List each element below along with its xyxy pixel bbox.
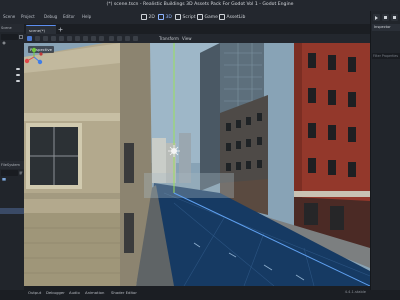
debugger-tab[interactable]: Debugger <box>46 290 65 295</box>
workspace-assetlib-tab[interactable]: AssetLib <box>219 13 245 21</box>
pause-icon <box>384 16 387 19</box>
menu-debug[interactable]: Debug <box>44 14 57 19</box>
workspace-script-tab[interactable]: Script <box>175 13 196 21</box>
move-tool-icon[interactable] <box>35 36 40 41</box>
lock-icon[interactable] <box>67 36 72 41</box>
scale-tool-icon[interactable] <box>51 36 56 41</box>
2d-grid-icon <box>141 14 147 20</box>
transform-menu[interactable]: Transform <box>159 36 179 41</box>
ruler-icon[interactable] <box>83 36 88 41</box>
engine-version: 4.4.1.stable <box>344 290 366 294</box>
rotate-tool-icon[interactable] <box>43 36 48 41</box>
group-icon[interactable] <box>75 36 80 41</box>
selectable-tool-icon[interactable] <box>59 36 64 41</box>
menu-help[interactable]: Help <box>82 14 91 19</box>
environment-icon[interactable] <box>125 36 130 41</box>
add-scene-tab-icon[interactable] <box>58 27 63 32</box>
3d-viewport[interactable]: Perspective <box>24 43 370 286</box>
left-footer <box>0 290 24 300</box>
camera-preview-icon[interactable] <box>109 36 114 41</box>
add-node-icon[interactable] <box>2 41 6 45</box>
workspace-3d-tab[interactable]: 3D <box>158 13 172 21</box>
animation-tab[interactable]: Animation <box>85 290 104 295</box>
inspector-tab[interactable]: Inspector <box>372 24 400 31</box>
filesystem-dock-tabs: FileSystem <box>0 161 24 169</box>
script-icon <box>175 14 181 20</box>
more-options-icon[interactable] <box>133 36 138 41</box>
workspace-2d-tab[interactable]: 2D <box>141 13 155 21</box>
visibility-eye-icon[interactable] <box>16 74 20 77</box>
scene-dock: Scene FileSystem <box>0 24 25 290</box>
inspector-tab-label: Inspector <box>374 25 391 30</box>
viewport-toolbar: Transform View <box>24 34 370 43</box>
view-menu[interactable]: View <box>182 36 192 41</box>
scene-dock-tab[interactable]: Scene <box>1 26 12 30</box>
title-bar: (*) scene.tscn - Realistic Buildings 3D … <box>0 0 400 11</box>
orientation-gizmo[interactable] <box>24 47 44 67</box>
sun-icon[interactable] <box>117 36 122 41</box>
workspace-game-tab[interactable]: Game <box>197 13 218 21</box>
menu-scene[interactable]: Scene <box>3 14 15 19</box>
scene-tab-bar: scene(*) <box>24 24 370 34</box>
cube-icon <box>158 14 164 20</box>
scene-tab[interactable]: scene(*) <box>26 25 56 34</box>
menu-project[interactable]: Project <box>21 14 35 19</box>
output-tab[interactable]: Output <box>28 290 41 295</box>
menu-editor[interactable]: Editor <box>63 14 75 19</box>
audio-tab[interactable]: Audio <box>69 290 80 295</box>
scene-dock-tabs: Scene <box>0 24 24 32</box>
visibility-eye-icon[interactable] <box>16 68 20 71</box>
filesystem-filter-input[interactable] <box>1 170 18 176</box>
play-button[interactable] <box>373 14 380 21</box>
filesystem-row-selected[interactable] <box>0 208 24 214</box>
stop-icon <box>393 16 396 19</box>
shader-editor-tab[interactable]: Shader Editor <box>111 290 137 295</box>
gamepad-icon <box>197 14 203 20</box>
bottom-panel-bar: Output Debugger Audio Animation Shader E… <box>24 286 370 300</box>
play-icon <box>375 15 378 20</box>
stop-button[interactable] <box>391 14 398 21</box>
right-footer <box>370 290 400 300</box>
scene-tab-label: scene(*) <box>29 27 46 33</box>
filter-properties-input[interactable]: Filter Properties <box>372 53 400 59</box>
assetlib-icon <box>219 14 225 20</box>
local-space-icon[interactable] <box>91 36 96 41</box>
main-menu-bar: Scene Project Debug Editor Help 2D 3D Sc… <box>0 11 400 24</box>
visibility-eye-icon[interactable] <box>16 80 20 83</box>
city-street-render <box>24 43 370 286</box>
scene-filter-input[interactable] <box>1 34 18 40</box>
window-title: (*) scene.tscn - Realistic Buildings 3D … <box>106 2 294 7</box>
filesystem-dock-tab[interactable]: FileSystem <box>1 163 20 167</box>
scene-tree-row[interactable] <box>0 47 24 53</box>
sort-icon[interactable] <box>19 171 23 175</box>
folder-icon <box>2 178 6 181</box>
snap-icon[interactable] <box>99 36 104 41</box>
filesystem-row[interactable] <box>0 196 24 202</box>
pause-button[interactable] <box>382 14 389 21</box>
inspector-dock: Inspector Filter Properties <box>370 11 400 290</box>
select-tool-icon[interactable] <box>27 36 32 41</box>
link-icon[interactable] <box>19 35 23 39</box>
